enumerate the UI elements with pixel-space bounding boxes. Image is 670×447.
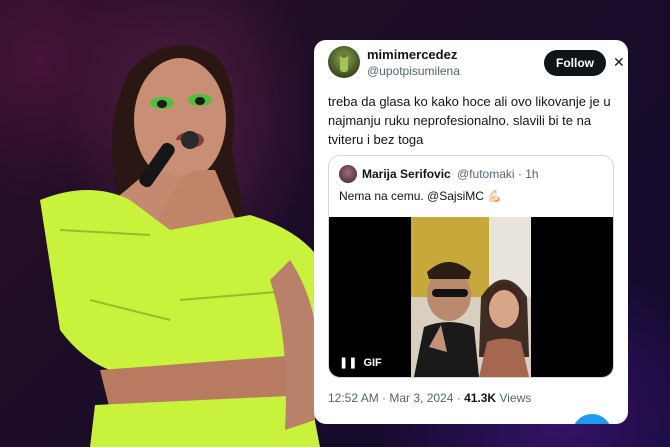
tweet-timestamp[interactable]: 12:52 AM · Mar 3, 2024 · xyxy=(328,391,461,405)
views-count: 41.3K xyxy=(464,391,497,405)
tweet-header: mimimercedez @upotpisumilena Follow ✕ xyxy=(328,46,625,82)
quoted-tweet[interactable]: Marija Serifovic @futomaki · 1h Nema na … xyxy=(328,155,614,378)
user-handle[interactable]: @upotpisumilena xyxy=(367,64,460,78)
tweet-card[interactable]: mimimercedez @upotpisumilena Follow ✕ tr… xyxy=(314,40,628,424)
views-label: Views xyxy=(499,391,532,405)
tweet-footer: 12:52 AM · Mar 3, 2024 · 41.3K Views xyxy=(328,391,531,405)
tweet-text: treba da glasa ko kako hoce ali ovo liko… xyxy=(328,94,611,147)
quoted-user-avatar[interactable] xyxy=(339,165,357,183)
user-avatar[interactable] xyxy=(328,46,360,78)
gif-badge[interactable]: ❚❚ GIF xyxy=(339,356,382,370)
username[interactable]: mimimercedez xyxy=(367,47,457,62)
pause-icon[interactable]: ❚❚ xyxy=(339,356,357,369)
x-logo-icon[interactable]: ✕ xyxy=(613,54,625,71)
quoted-user-name[interactable]: Marija Serifovic xyxy=(362,167,451,181)
gif-label: GIF xyxy=(363,356,382,369)
quoted-gif-media[interactable]: ❚❚ GIF xyxy=(329,217,613,377)
follow-button[interactable]: Follow xyxy=(544,50,606,76)
quoted-tweet-text: Nema na cemu. @SajsiMC 💪🏻 xyxy=(339,189,503,203)
blue-action-button[interactable] xyxy=(572,414,612,424)
quoted-user-handle-time[interactable]: @futomaki · 1h xyxy=(457,167,539,181)
singer-photo xyxy=(40,45,320,447)
gif-frame-image xyxy=(411,217,531,377)
